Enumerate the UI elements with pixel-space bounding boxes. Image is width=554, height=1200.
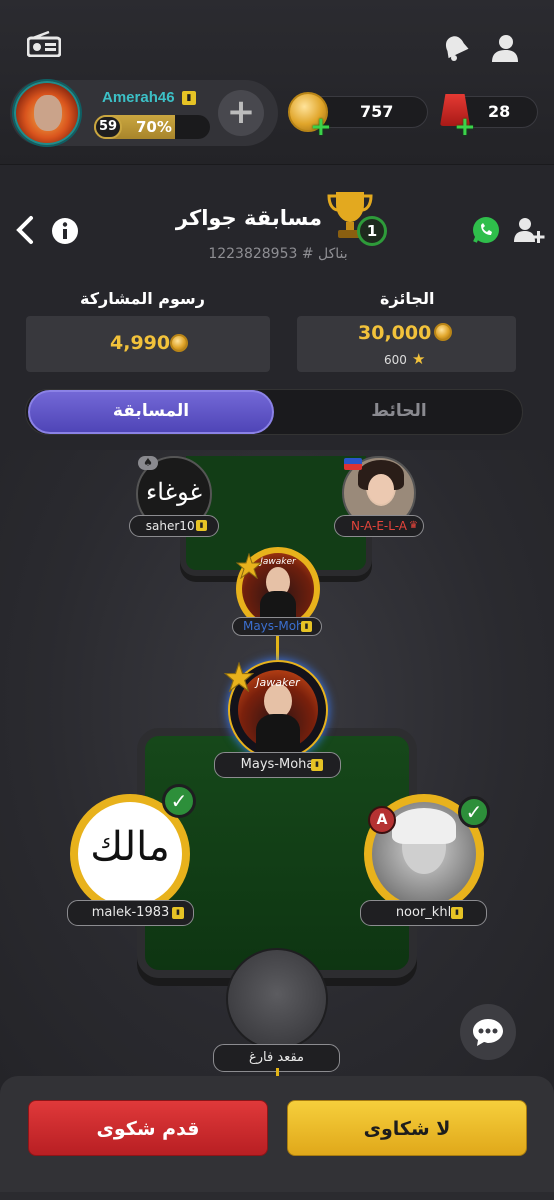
empty-seat-button[interactable] (226, 948, 328, 1050)
player-name-tag: malek-1983 ▮ (67, 900, 194, 926)
player-name: noor_khl (395, 905, 452, 920)
invite-user-icon[interactable] (512, 214, 546, 246)
vip-badge-icon: ▮ (451, 907, 463, 919)
saher-calligraphy: ﻏﻮﻏﺎﺀ (145, 478, 203, 506)
player-name: N-A-E-L-A (351, 519, 407, 533)
user-avatar[interactable] (12, 79, 82, 147)
player-name-tag: Mays-Moha ▮ (232, 617, 322, 636)
no-complaints-button[interactable]: لا شكاوى (287, 1100, 527, 1156)
vip-badge-icon: ▮ (172, 907, 184, 919)
player-name: Mays-Moha (240, 757, 315, 772)
vip-badge-icon: ▮ (311, 759, 323, 771)
player-name-tag: saher101 ▮ (129, 515, 219, 537)
coins-value: 757 (360, 102, 394, 121)
prize-value: 30,000 (358, 322, 432, 344)
country-flag-icon (344, 458, 362, 470)
level-number: 59 (94, 115, 122, 139)
bell-icon[interactable] (440, 32, 472, 64)
chat-bubble-icon (473, 1019, 503, 1046)
spade-badge-icon: ♠ (138, 456, 158, 470)
ready-check-icon: ✓ (458, 796, 490, 828)
info-icon[interactable] (50, 216, 80, 246)
crown-icon: ♛ (409, 520, 418, 531)
vip-badge-icon: ▮ (196, 520, 207, 531)
round-badge: 1 (357, 216, 387, 246)
vip-badge-icon: ▮ (301, 621, 312, 632)
vip-badge-icon: ▮ (182, 91, 196, 105)
prize-stars-value: 600 (384, 353, 407, 367)
radio-icon[interactable] (26, 30, 62, 58)
chat-button[interactable] (460, 1004, 516, 1060)
level-progress-text: 70% (136, 118, 172, 136)
tab-wall[interactable]: الحائط (276, 401, 522, 421)
star-rank-icon (235, 552, 264, 581)
ace-badge-icon: A (368, 806, 396, 834)
prize-label: الجائزة (380, 289, 435, 308)
prize-coin-icon (434, 323, 452, 341)
fez-value: 28 (488, 102, 511, 121)
username-label: Amerah46 (102, 89, 175, 106)
back-chevron-icon[interactable] (12, 214, 38, 246)
tournament-id: بناكل # 1223828953 (208, 246, 348, 262)
player-name: saher101 (145, 519, 203, 533)
fee-coin-icon (170, 334, 188, 352)
tournament-title: مسابقة جواكر (175, 206, 322, 230)
add-coins-icon[interactable]: + (310, 114, 332, 140)
add-fez-icon[interactable]: + (454, 114, 476, 140)
malek-calligraphy: مالك (90, 824, 170, 870)
fee-label: رسوم المشاركة (80, 289, 205, 308)
file-complaint-button[interactable]: قدم شكوى (28, 1100, 268, 1156)
player-name: malek-1983 (91, 905, 170, 920)
player-name-tag: Mays-Moha ▮ (214, 752, 341, 778)
tab-competition-label: المسابقة (112, 401, 190, 421)
bottom-strip (0, 1192, 554, 1200)
add-profile-button[interactable]: + (218, 90, 264, 136)
star-icon: ★ (412, 350, 426, 368)
player-name-tag: N-A-E-L-A ♛ (334, 515, 424, 537)
fee-value: 4,990 (110, 332, 171, 354)
friends-icon[interactable] (488, 32, 520, 64)
player-name-tag: noor_khl ▮ (360, 900, 487, 926)
ready-check-icon: ✓ (162, 784, 196, 818)
whatsapp-icon[interactable] (470, 214, 502, 246)
star-rank-icon (223, 661, 255, 693)
